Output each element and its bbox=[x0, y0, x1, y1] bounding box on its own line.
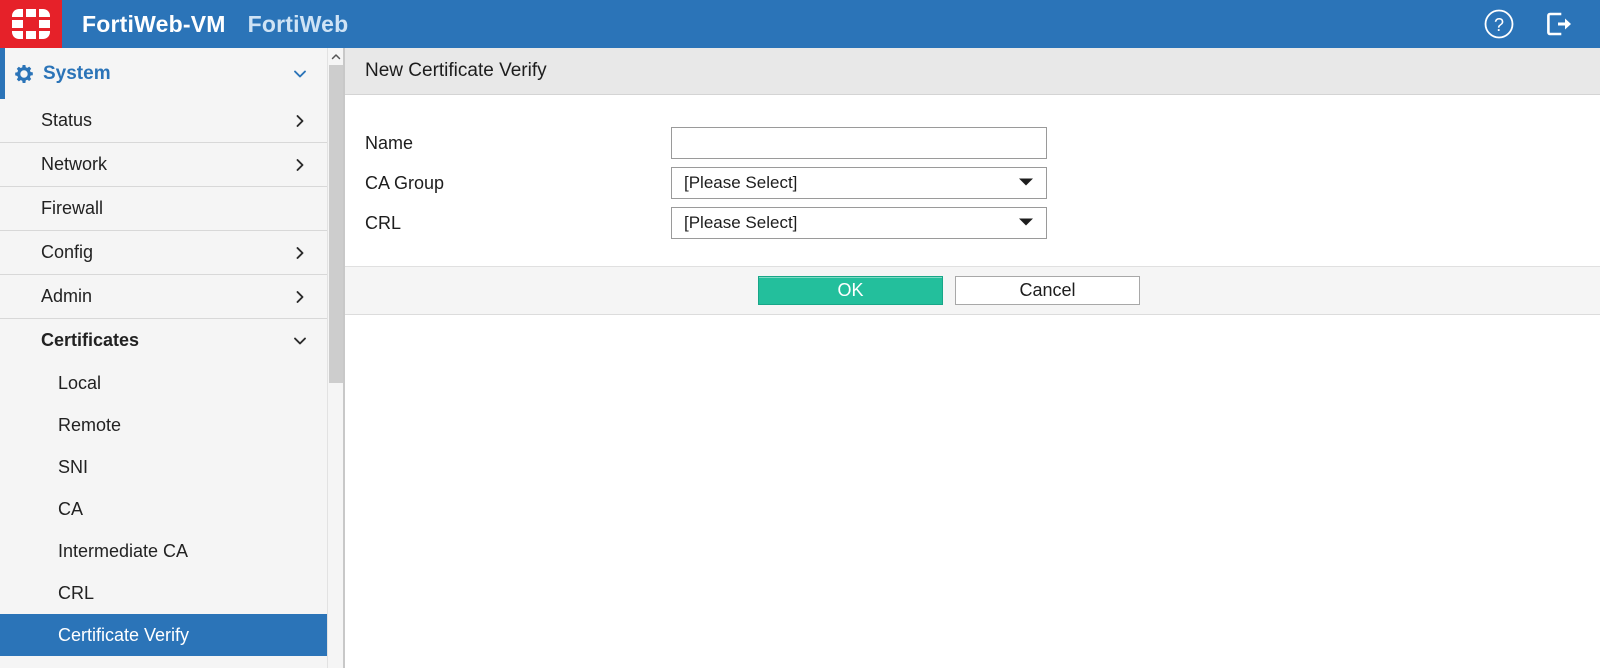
chevron-right-icon[interactable] bbox=[291, 231, 309, 274]
panel-title-bar: New Certificate Verify bbox=[345, 48, 1600, 95]
crl-label: CRL bbox=[365, 212, 402, 233]
logo-cell bbox=[39, 9, 50, 17]
scrollbar-thumb[interactable] bbox=[329, 65, 343, 383]
scroll-up-arrow-icon[interactable] bbox=[328, 48, 344, 65]
ca-group-label: CA Group bbox=[365, 172, 445, 193]
cancel-button[interactable]: Cancel bbox=[955, 276, 1140, 305]
gear-icon bbox=[14, 64, 34, 84]
crl-select[interactable]: [Please Select] bbox=[671, 207, 1047, 239]
chevron-down-icon bbox=[1018, 214, 1034, 232]
sidebar-item-remote[interactable]: Remote bbox=[0, 404, 327, 446]
logo-cell bbox=[12, 31, 23, 39]
sidebar: System Status Network Firewall Config Ad… bbox=[0, 48, 327, 668]
name-input[interactable] bbox=[671, 127, 1047, 159]
content-area: New Certificate Verify Name CA Group [Pl… bbox=[345, 48, 1600, 668]
sidebar-item-admin[interactable]: Admin bbox=[0, 274, 327, 318]
svg-text:?: ? bbox=[1494, 15, 1504, 35]
sidebar-item-firewall[interactable]: Firewall bbox=[0, 186, 327, 230]
chevron-right-icon[interactable] bbox=[291, 99, 309, 142]
active-section-accent bbox=[0, 48, 5, 99]
sidebar-item-network[interactable]: Network bbox=[0, 142, 327, 186]
sidebar-item-label: Config bbox=[41, 242, 94, 262]
page-title: New Certificate Verify bbox=[365, 60, 547, 81]
logo-grid bbox=[12, 9, 50, 39]
sidebar-item-label: Status bbox=[41, 110, 93, 130]
product-name: FortiWeb-VM bbox=[82, 10, 226, 37]
brand-name: FortiWeb bbox=[247, 10, 349, 37]
logo-cell bbox=[39, 20, 50, 28]
sidebar-item-label: Admin bbox=[41, 286, 93, 306]
chevron-right-icon[interactable] bbox=[291, 143, 309, 186]
ca-group-value: [Please Select] bbox=[684, 173, 798, 192]
form-body: Name CA Group [Please Select] CRL [Pleas… bbox=[345, 95, 1600, 267]
sidebar-item-label: Firewall bbox=[41, 198, 104, 218]
sidebar-subitem-label: Remote bbox=[58, 414, 122, 435]
sidebar-item-certificates[interactable]: Certificates bbox=[0, 318, 327, 362]
sidebar-item-intermediate-ca[interactable]: Intermediate CA bbox=[0, 530, 327, 572]
logo-cell bbox=[25, 31, 37, 39]
chevron-down-icon[interactable] bbox=[291, 319, 309, 362]
logo-cell bbox=[12, 9, 23, 17]
sidebar-scrollbar[interactable] bbox=[327, 48, 344, 668]
sidebar-item-status[interactable]: Status bbox=[0, 99, 327, 142]
logo-cell bbox=[39, 31, 50, 39]
sidebar-subitem-label: Certificate Verify bbox=[58, 624, 190, 645]
logo-cell bbox=[25, 9, 37, 17]
ca-group-select[interactable]: [Please Select] bbox=[671, 167, 1047, 199]
sidebar-subitem-label: Intermediate CA bbox=[58, 540, 189, 561]
name-label: Name bbox=[365, 132, 414, 153]
sidebar-section-label: System bbox=[43, 62, 111, 84]
crl-value: [Please Select] bbox=[684, 213, 798, 232]
app-header: FortiWeb-VM FortiWeb ? bbox=[0, 0, 1600, 48]
sidebar-item-certificate-verify[interactable]: Certificate Verify bbox=[0, 614, 327, 656]
sidebar-item-crl[interactable]: CRL bbox=[0, 572, 327, 614]
logo-cell bbox=[12, 20, 23, 28]
chevron-down-icon[interactable] bbox=[291, 48, 309, 99]
sidebar-subitem-label: SNI bbox=[58, 456, 89, 477]
sidebar-item-label: Network bbox=[41, 154, 108, 174]
sidebar-item-sni[interactable]: SNI bbox=[0, 446, 327, 488]
logout-icon[interactable] bbox=[1542, 7, 1576, 41]
sidebar-subitem-label: CRL bbox=[58, 582, 95, 603]
sidebar-section-system[interactable]: System bbox=[0, 48, 327, 99]
sidebar-subitem-label: CA bbox=[58, 498, 84, 519]
ok-button[interactable]: OK bbox=[758, 276, 943, 305]
chevron-right-icon[interactable] bbox=[291, 275, 309, 318]
form-actions-bar: OK Cancel bbox=[345, 266, 1600, 315]
sidebar-item-local[interactable]: Local bbox=[0, 362, 327, 404]
sidebar-item-label: Certificates bbox=[41, 330, 140, 350]
sidebar-item-ca[interactable]: CA bbox=[0, 488, 327, 530]
header-actions: ? bbox=[1482, 7, 1600, 41]
chevron-down-icon bbox=[1018, 174, 1034, 192]
help-circle-icon[interactable]: ? bbox=[1482, 7, 1516, 41]
fortinet-logo-icon[interactable] bbox=[0, 0, 62, 48]
sidebar-subitem-label: Local bbox=[58, 372, 102, 393]
logo-cell bbox=[25, 20, 37, 28]
sidebar-item-config[interactable]: Config bbox=[0, 230, 327, 274]
